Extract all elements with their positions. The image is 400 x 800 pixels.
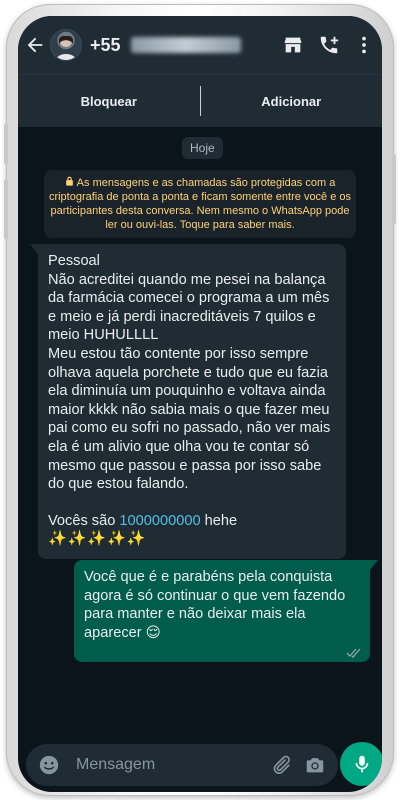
phone-number-link[interactable]: 1000000000 [119, 513, 200, 529]
message-line: Vocês são 1000000000 hehe [48, 512, 336, 531]
message-line: Pessoal [48, 253, 100, 269]
date-chip: Hoje [182, 137, 223, 159]
storefront-icon[interactable] [282, 34, 304, 56]
message-paragraph: Não acreditei quando me pesei na balança… [48, 271, 330, 344]
incoming-message[interactable]: Pessoal Não acreditei quando me pesei na… [30, 244, 346, 559]
phone-side-button [4, 179, 8, 239]
message-composer [26, 744, 338, 786]
avatar[interactable] [50, 29, 82, 61]
more-vert-icon[interactable] [354, 34, 374, 56]
outgoing-message[interactable]: Você que é e parabéns pela conquista ago… [74, 560, 378, 663]
emoji-icon[interactable] [38, 754, 60, 776]
mic-icon [351, 753, 373, 775]
contact-name[interactable]: +55 [90, 35, 241, 56]
attach-icon[interactable] [270, 754, 292, 776]
message-text: Você que é e parabéns pela conquista ago… [84, 569, 346, 641]
double-check-icon [346, 647, 362, 659]
add-call-icon[interactable] [318, 34, 340, 56]
redacted-number [130, 37, 241, 53]
unknown-contact-actions: Bloquear Adicionar [18, 74, 382, 127]
sparkles-emoji: ✨✨✨✨✨ [48, 530, 147, 548]
message-input[interactable] [74, 755, 264, 775]
add-contact-button[interactable]: Adicionar [201, 94, 383, 109]
header-actions [282, 16, 374, 74]
message-paragraph: Meu estou tão contente por isso sempre o… [48, 345, 331, 493]
voice-message-button[interactable] [340, 742, 382, 786]
block-button[interactable]: Bloquear [18, 94, 200, 109]
bubble-tail [370, 560, 378, 570]
phone-side-button [4, 124, 8, 164]
relieved-emoji: 😌 [145, 624, 161, 641]
whatsapp-screen: +55 Bloquear Adicionar Hoje As mensagens… [18, 16, 382, 792]
message-text: Vocês são [48, 512, 120, 529]
camera-icon[interactable] [304, 754, 326, 776]
encryption-text: As mensagens e as chamadas são protegida… [48, 177, 352, 231]
lock-icon [65, 176, 74, 190]
message-text: hehe [200, 512, 238, 529]
bubble-tail [30, 244, 38, 254]
phone-side-button [392, 154, 396, 224]
chat-header: +55 [18, 16, 382, 74]
phone-frame: +55 Bloquear Adicionar Hoje As mensagens… [4, 4, 396, 796]
encryption-notice[interactable]: As mensagens e as chamadas são protegida… [44, 170, 356, 238]
back-arrow-icon[interactable] [24, 34, 46, 56]
contact-number: +55 [90, 34, 121, 55]
